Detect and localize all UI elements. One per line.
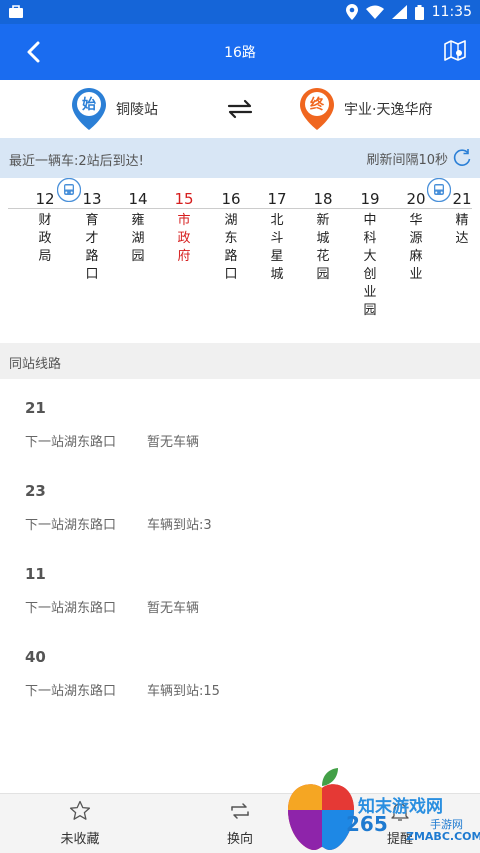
- status-time: 11:35: [431, 4, 472, 20]
- next-stop: 下一站湖东路口: [25, 684, 117, 699]
- route-item[interactable]: 21 下一站湖东路口 暂无车辆: [25, 399, 199, 450]
- vehicle-status: 暂无车辆: [147, 435, 200, 450]
- station-item[interactable]: 19 中科大创业园: [354, 190, 386, 320]
- route-item[interactable]: 11 下一站湖东路口 暂无车辆: [25, 565, 199, 616]
- route-number: 11: [25, 565, 46, 583]
- arrival-notice: 最近一辆车:2站后到达! 刷新间隔10秒: [0, 138, 480, 178]
- reverse-label: 换向: [226, 832, 253, 847]
- vehicle-status: 暂无车辆: [147, 601, 200, 616]
- route-item[interactable]: 23 下一站湖东路口 车辆到站:3: [25, 482, 212, 533]
- next-stop: 下一站湖东路口: [25, 601, 117, 616]
- refresh-control[interactable]: 刷新间隔10秒: [366, 148, 472, 168]
- signal-icon: [391, 5, 407, 19]
- end-station-name: 宇业·天逸华府: [344, 102, 433, 118]
- station-item[interactable]: 17 北斗星城: [261, 190, 293, 284]
- route-number: 21: [25, 399, 46, 417]
- route-number: 40: [25, 648, 46, 666]
- status-bar: 11:35: [0, 0, 480, 24]
- reverse-tab[interactable]: 换向: [190, 800, 290, 847]
- next-stop: 下一站湖东路口: [25, 435, 117, 450]
- start-pin-icon: 始: [72, 88, 106, 130]
- watermark-url: ZMABC.COM: [406, 830, 480, 843]
- wifi-icon: [365, 5, 384, 19]
- swap-direction-icon[interactable]: [226, 98, 254, 120]
- end-pin-icon: 终: [300, 88, 334, 130]
- favorite-tab[interactable]: 未收藏: [30, 800, 130, 847]
- swap-icon: [231, 803, 249, 819]
- start-station-name: 铜陵站: [116, 102, 158, 118]
- next-stop: 下一站湖东路口: [25, 518, 117, 533]
- station-item[interactable]: 14 雍湖园: [122, 190, 154, 266]
- map-icon[interactable]: [444, 39, 466, 63]
- refresh-interval-text: 刷新间隔10秒: [366, 152, 448, 168]
- station-strip: 12 财政局 13 育才路口 14 雍湖园 15 市政府 16 湖东路口 17 …: [0, 178, 480, 343]
- page-title: 16路: [224, 45, 256, 61]
- station-item[interactable]: 13 育才路口: [76, 190, 108, 284]
- favorite-label: 未收藏: [60, 832, 100, 847]
- end-badge: 终: [310, 97, 324, 113]
- station-item[interactable]: 20 华源麻业: [400, 190, 432, 284]
- station-item-current[interactable]: 15 市政府: [168, 190, 200, 266]
- bag-icon: [9, 5, 23, 18]
- apple-logo-icon: [288, 768, 354, 850]
- route-number: 23: [25, 482, 46, 500]
- vehicle-status: 车辆到站:15: [147, 684, 220, 699]
- route-item[interactable]: 40 下一站湖东路口 车辆到站:15: [25, 648, 220, 699]
- arrival-text: 最近一辆车:2站后到达!: [9, 154, 144, 169]
- bus-icon[interactable]: [427, 178, 451, 202]
- app-bar: 16路: [0, 24, 480, 80]
- station-item[interactable]: 18 新城花园: [307, 190, 339, 284]
- location-icon: [345, 4, 358, 20]
- station-item[interactable]: 16 湖东路口: [215, 190, 247, 284]
- site-watermark: 知末游戏网 265 手游网 ZMABC.COM: [282, 766, 480, 853]
- section-title-text: 同站线路: [9, 357, 62, 372]
- section-header: 同站线路: [0, 343, 480, 379]
- start-station: 始 铜陵站: [72, 88, 158, 130]
- route-endpoints: 始 铜陵站 终 宇业·天逸华府: [0, 80, 480, 138]
- bus-icon[interactable]: [57, 178, 81, 202]
- end-station: 终 宇业·天逸华府: [300, 88, 432, 130]
- refresh-icon[interactable]: [452, 148, 472, 168]
- star-icon: [69, 800, 91, 820]
- watermark-number: 265: [346, 812, 388, 836]
- battery-icon: [414, 4, 424, 20]
- vehicle-status: 车辆到站:3: [147, 518, 212, 533]
- start-badge: 始: [82, 97, 96, 113]
